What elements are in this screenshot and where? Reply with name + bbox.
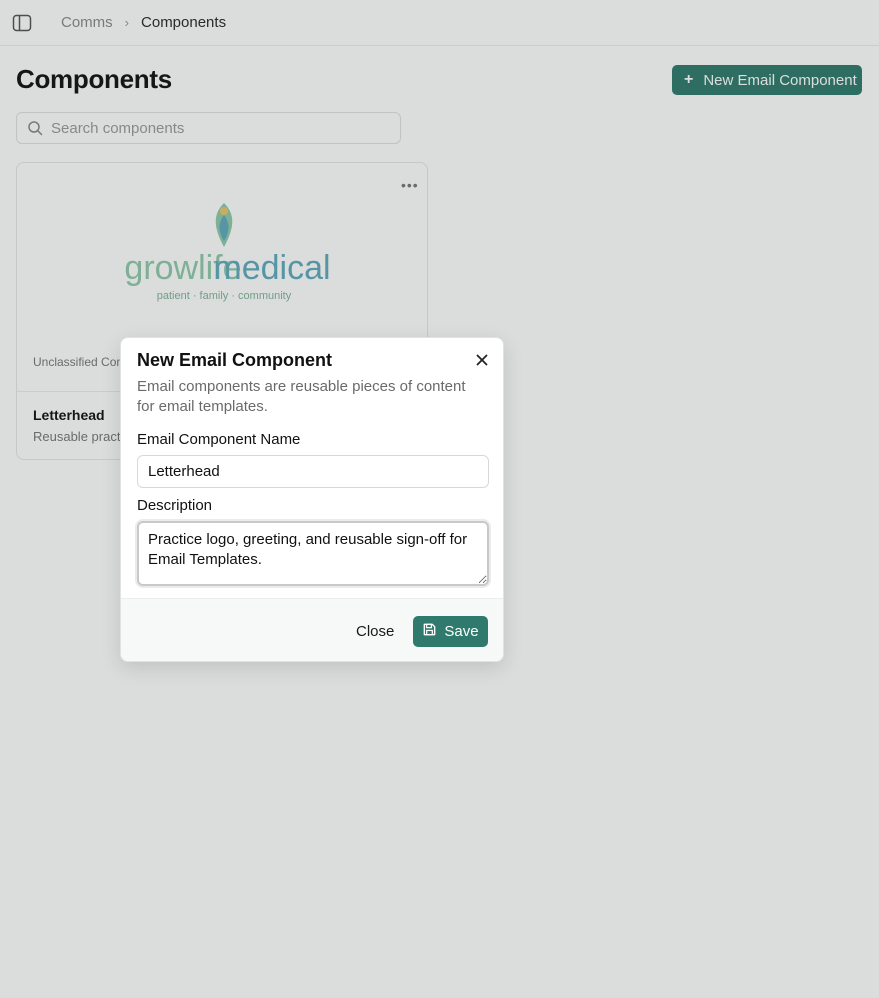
new-email-component-dialog: New Email Component Email components are… [120, 337, 504, 662]
description-textarea[interactable]: Practice logo, greeting, and reusable si… [137, 521, 489, 586]
save-button[interactable]: Save [413, 616, 488, 647]
description-field-label: Description [137, 497, 213, 514]
dialog-description: Email components are reusable pieces of … [137, 378, 466, 415]
dialog-title: New Email Component [137, 350, 333, 370]
close-icon[interactable] [473, 351, 491, 369]
save-icon [422, 622, 437, 641]
name-field-label: Email Component Name [137, 431, 301, 448]
close-button[interactable]: Close [346, 615, 404, 647]
dialog-footer: Close Save [121, 598, 503, 661]
save-label: Save [444, 623, 479, 640]
component-name-input[interactable] [137, 455, 489, 488]
